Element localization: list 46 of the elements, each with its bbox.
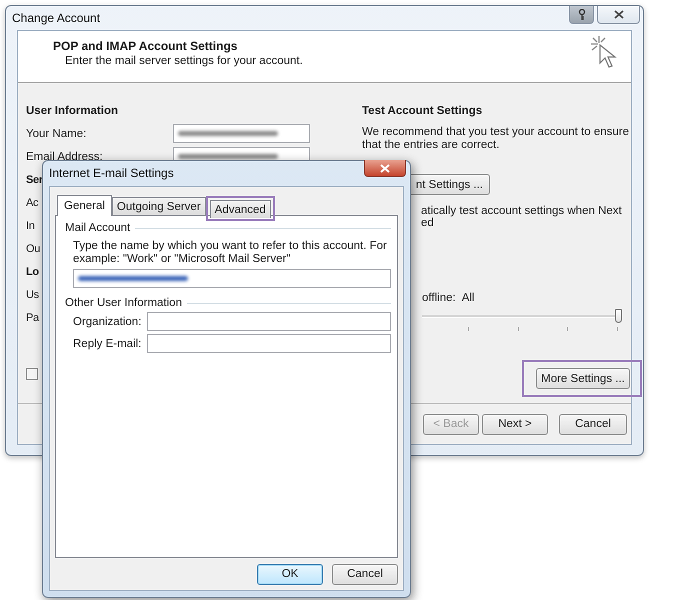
section-heading: User Information [26, 104, 118, 116]
test-description: We recommend that you test your account to ensure that the entries are correct. [362, 126, 630, 152]
field-label: Email Address: [26, 150, 104, 162]
field-label: Ou [26, 242, 40, 254]
page-subtitle: Enter the mail server settings for your account. [65, 55, 303, 67]
tab[interactable]: General [57, 195, 112, 216]
offline-slider[interactable] [422, 309, 622, 331]
input-field[interactable] [173, 124, 310, 143]
auto-test-text: atically test account settings when Next [421, 205, 623, 217]
section-heading: Ser [26, 174, 43, 186]
group-heading: Other User Information [65, 297, 182, 309]
more-settings-button[interactable]: More Settings ... [536, 368, 630, 389]
close-icon [380, 164, 390, 172]
tab[interactable]: Outgoing Server [112, 197, 206, 215]
account-name-description: Type the name by which you want to refer to this account. For example: "Work" or "Microsoft Mail Server" [73, 240, 388, 266]
offline-value: All [462, 292, 474, 304]
group-heading: Mail Account [65, 222, 130, 234]
close-icon [614, 10, 624, 19]
help-button[interactable] [569, 6, 594, 24]
account-name-field[interactable] [73, 269, 391, 288]
field-label: Ac [26, 196, 38, 208]
dialog-button[interactable]: OK [257, 564, 323, 584]
slider-thumb[interactable] [615, 309, 622, 323]
field-label: Pa [26, 312, 39, 324]
input-field[interactable] [147, 334, 391, 353]
field-label: Us [26, 288, 39, 300]
input-field[interactable] [147, 312, 391, 331]
section-heading: Lo [26, 266, 39, 278]
field-label: Reply E-mail: [73, 338, 142, 350]
auto-test-text: ed [421, 217, 435, 229]
field-label: In [26, 220, 35, 232]
window-title: Change Account [12, 11, 100, 25]
section-heading: Test Account Settings [362, 104, 484, 118]
close-button[interactable] [597, 6, 640, 24]
page-title: POP and IMAP Account Settings [53, 39, 238, 53]
checkbox[interactable] [26, 368, 38, 380]
dialog-button[interactable]: Cancel [332, 564, 398, 584]
tab[interactable]: Advanced [210, 200, 271, 218]
field-label: Your Name: [26, 128, 88, 140]
offline-label: offline: [422, 292, 456, 304]
field-label: Organization: [73, 316, 142, 328]
close-button[interactable] [364, 160, 406, 177]
wizard-button[interactable]: Next > [482, 414, 548, 434]
key-icon [576, 8, 586, 20]
wizard-button[interactable]: Cancel [559, 414, 627, 434]
dialog-title: Internet E-mail Settings [49, 166, 174, 180]
